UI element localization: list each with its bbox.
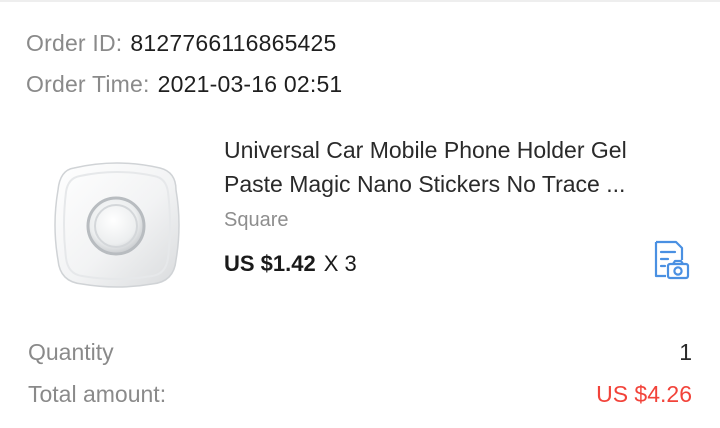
order-id-row: Order ID: 8127766116865425 [26, 30, 337, 57]
price-row: US $1.42 X 3 [224, 251, 357, 277]
document-camera-button[interactable] [648, 238, 692, 282]
unit-price: US $1.42 [224, 251, 316, 276]
order-id-label: Order ID: [26, 30, 123, 56]
quantity-value: 1 [679, 339, 692, 365]
product-title[interactable]: Universal Car Mobile Phone Holder Gel Pa… [224, 133, 694, 201]
total-amount-label: Total amount: [28, 381, 167, 407]
order-time-label: Order Time: [26, 71, 150, 97]
quantity-row: Quantity 1 [28, 339, 692, 366]
document-camera-icon [654, 240, 690, 280]
product-title-line-1: Universal Car Mobile Phone Holder Gel [224, 137, 627, 163]
quantity-label: Quantity [28, 339, 114, 365]
product-variant: Square [224, 209, 289, 231]
top-divider [0, 0, 720, 2]
square-gel-sticker-image [54, 162, 180, 288]
quantity-multiplier: X 3 [323, 251, 357, 276]
total-amount-row: Total amount: US $4.26 [28, 381, 692, 408]
product-title-line-2: Paste Magic Nano Stickers No Trace ... [224, 171, 626, 197]
order-time-row: Order Time: 2021-03-16 02:51 [26, 71, 342, 98]
product-image[interactable] [52, 160, 182, 290]
order-time-value: 2021-03-16 02:51 [157, 71, 343, 97]
total-amount-value: US $4.26 [596, 381, 692, 407]
order-id-value: 8127766116865425 [130, 30, 337, 56]
